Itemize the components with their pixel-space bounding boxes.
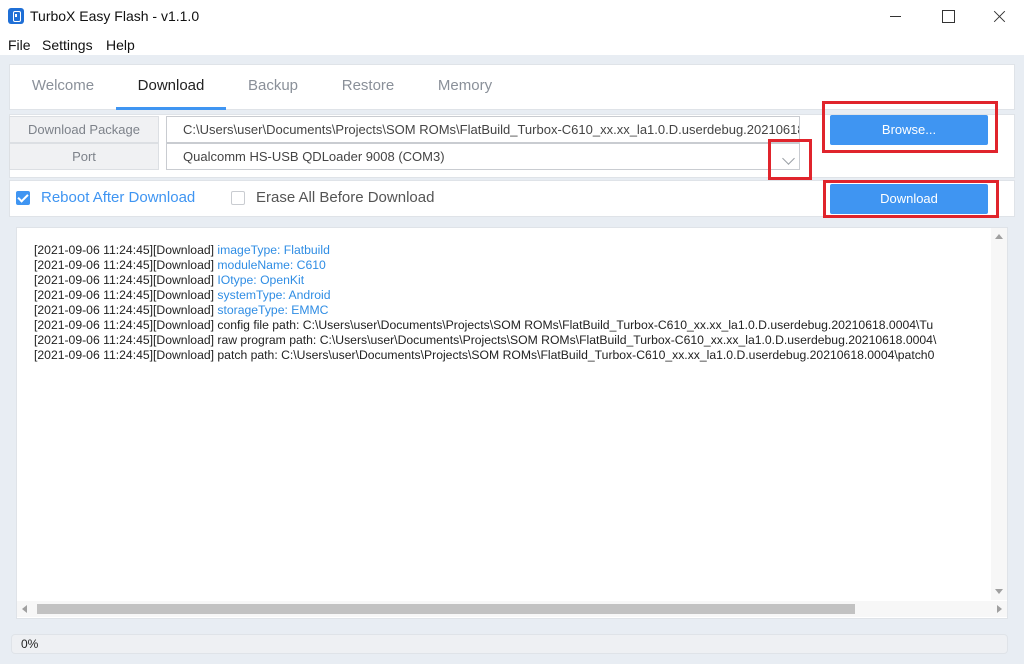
maximize-icon[interactable] [924, 0, 970, 33]
progress-text: 0% [21, 637, 39, 651]
minimize-icon[interactable] [872, 0, 918, 33]
menu-bar: File Settings Help [0, 33, 1024, 55]
menu-help[interactable]: Help [106, 37, 135, 53]
close-icon[interactable] [976, 0, 1022, 33]
scroll-up-icon[interactable] [995, 234, 1003, 239]
log-line: [2021-09-06 11:24:45][Download] storageT… [34, 303, 329, 317]
download-package-field[interactable]: C:\Users\user\Documents\Projects\SOM ROM… [166, 116, 800, 143]
browse-button[interactable]: Browse... [830, 115, 988, 145]
log-line: [2021-09-06 11:24:45][Download] moduleNa… [34, 258, 326, 272]
scroll-down-icon[interactable] [995, 589, 1003, 594]
log-line: [2021-09-06 11:24:45][Download] config f… [34, 318, 934, 332]
window-title: TurboX Easy Flash - v1.1.0 [30, 8, 200, 24]
port-label: Port [9, 143, 159, 170]
title-bar: TurboX Easy Flash - v1.1.0 [0, 0, 1024, 33]
tab-welcome[interactable]: Welcome [16, 65, 110, 110]
tab-backup[interactable]: Backup [232, 65, 314, 110]
erase-all-before-download-label[interactable]: Erase All Before Download [256, 189, 434, 206]
log-vertical-scrollbar[interactable] [991, 228, 1007, 600]
tab-restore[interactable]: Restore [326, 65, 410, 110]
horizontal-scroll-thumb[interactable] [37, 604, 855, 614]
log-horizontal-scrollbar[interactable] [17, 601, 1007, 617]
app-icon [8, 8, 24, 24]
log-line: [2021-09-06 11:24:45][Download] imageTyp… [34, 243, 330, 257]
progress-bar: 0% [11, 634, 1008, 654]
menu-file[interactable]: File [8, 37, 31, 53]
log-lines: [2021-09-06 11:24:45][Download] imageTyp… [34, 243, 989, 363]
chevron-down-icon[interactable] [774, 147, 804, 177]
tab-bar: Welcome Download Backup Restore Memory [9, 64, 1015, 110]
main-content: Welcome Download Backup Restore Memory D… [0, 55, 1024, 664]
port-select[interactable]: Qualcomm HS-USB QDLoader 9008 (COM3) [166, 143, 800, 170]
menu-settings[interactable]: Settings [42, 37, 93, 53]
log-line: [2021-09-06 11:24:45][Download] raw prog… [34, 333, 937, 347]
log-panel[interactable]: [2021-09-06 11:24:45][Download] imageTyp… [16, 227, 1008, 619]
tab-download[interactable]: Download [116, 65, 226, 110]
reboot-after-download-label[interactable]: Reboot After Download [41, 189, 195, 206]
tab-memory[interactable]: Memory [420, 65, 510, 110]
scroll-right-icon[interactable] [997, 605, 1002, 613]
log-line: [2021-09-06 11:24:45][Download] IOtype: … [34, 273, 305, 287]
log-line: [2021-09-06 11:24:45][Download] systemTy… [34, 288, 331, 302]
download-button[interactable]: Download [830, 184, 988, 214]
scroll-left-icon[interactable] [22, 605, 27, 613]
download-package-label: Download Package [9, 116, 159, 143]
log-line: [2021-09-06 11:24:45][Download] patch pa… [34, 348, 935, 362]
erase-all-before-download-checkbox[interactable] [231, 191, 245, 205]
reboot-after-download-checkbox[interactable] [16, 191, 30, 205]
